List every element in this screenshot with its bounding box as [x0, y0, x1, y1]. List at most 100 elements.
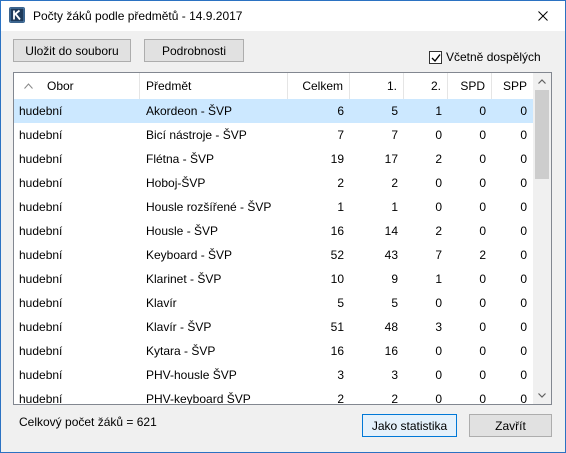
- cell-spd: 0: [479, 200, 486, 214]
- cell-spp: 0: [520, 176, 527, 190]
- cell-1: 2: [391, 392, 398, 405]
- cell-obor: hudební: [19, 200, 63, 214]
- chevron-up-icon: [538, 79, 546, 84]
- cell-celkem: 10: [330, 272, 344, 286]
- table-header: Obor Předmět Celkem 1. 2. SPD SPP: [14, 73, 533, 99]
- cell-2: 7: [435, 248, 442, 262]
- cell-celkem: 52: [330, 248, 344, 262]
- cell-predmet: Akordeon - ŠVP: [146, 104, 233, 118]
- table-row[interactable]: hudební Klavír 5 5 0 0 0: [14, 291, 533, 315]
- cell-predmet: Flétna - ŠVP: [146, 152, 215, 166]
- cell-obor: hudební: [19, 128, 63, 142]
- table-row[interactable]: hudební Keyboard - ŠVP 52 43 7 2 0: [14, 243, 533, 267]
- window-title: Počty žáků podle předmětů - 14.9.2017: [33, 9, 243, 23]
- cell-celkem: 5: [337, 296, 344, 310]
- table-row[interactable]: hudební Hoboj-ŠVP 2 2 0 0 0: [14, 171, 533, 195]
- table-row[interactable]: hudební PHV-housle ŠVP 3 3 0 0 0: [14, 363, 533, 387]
- scroll-down-button[interactable]: [533, 387, 551, 404]
- cell-celkem: 1: [337, 200, 344, 214]
- cell-spd: 0: [479, 152, 486, 166]
- cell-obor: hudební: [19, 392, 63, 405]
- cell-celkem: 7: [337, 128, 344, 142]
- include-adults-checkbox[interactable]: Včetně dospělých: [429, 50, 541, 64]
- cell-predmet: Keyboard - ŠVP: [146, 248, 233, 262]
- cell-1: 2: [391, 176, 398, 190]
- table-row[interactable]: hudební Housle rozšířené - ŠVP 1 1 0 0 0: [14, 195, 533, 219]
- scroll-up-button[interactable]: [533, 73, 551, 90]
- cell-obor: hudební: [19, 272, 63, 286]
- cell-spp: 0: [520, 224, 527, 238]
- cell-2: 0: [435, 296, 442, 310]
- cell-spp: 0: [520, 392, 527, 405]
- cell-spp: 0: [520, 344, 527, 358]
- cell-1: 5: [391, 104, 398, 118]
- cell-spd: 0: [479, 176, 486, 190]
- cell-1: 5: [391, 296, 398, 310]
- cell-predmet: Klavír: [146, 296, 177, 310]
- title-bar[interactable]: Počty žáků podle předmětů - 14.9.2017: [1, 1, 565, 31]
- column-label-predmet: Předmět: [146, 79, 192, 93]
- save-to-file-button[interactable]: Uložit do souboru: [13, 39, 131, 62]
- cell-spd: 0: [479, 224, 486, 238]
- cell-spp: 0: [520, 272, 527, 286]
- cell-spd: 0: [479, 344, 486, 358]
- close-button[interactable]: Zavřít: [469, 414, 552, 437]
- total-students-label: Celkový počet žáků = 621: [19, 415, 157, 429]
- scrollbar-thumb[interactable]: [535, 90, 549, 179]
- column-label-1: 1.: [386, 79, 397, 93]
- column-header-predmet[interactable]: Předmět: [140, 73, 288, 99]
- column-header-spp[interactable]: SPP: [492, 73, 533, 99]
- cell-spp: 0: [520, 296, 527, 310]
- include-adults-label: Včetně dospělých: [446, 50, 541, 64]
- column-header-2[interactable]: 2.: [404, 73, 448, 99]
- vertical-scrollbar[interactable]: [533, 73, 551, 404]
- table-row[interactable]: hudební Housle - ŠVP 16 14 2 0 0: [14, 219, 533, 243]
- cell-obor: hudební: [19, 104, 63, 118]
- cell-predmet: Klavír - ŠVP: [146, 320, 212, 334]
- table-row[interactable]: hudební Bicí nástroje - ŠVP 7 7 0 0 0: [14, 123, 533, 147]
- cell-1: 9: [391, 272, 398, 286]
- table-row[interactable]: hudební Akordeon - ŠVP 6 5 1 0 0: [14, 99, 533, 123]
- column-header-celkem[interactable]: Celkem: [288, 73, 350, 99]
- cell-celkem: 19: [330, 152, 344, 166]
- cell-predmet: Housle rozšířené - ŠVP: [146, 200, 272, 214]
- cell-2: 0: [435, 128, 442, 142]
- cell-celkem: 2: [337, 392, 344, 405]
- column-header-1[interactable]: 1.: [350, 73, 404, 99]
- cell-2: 0: [435, 200, 442, 214]
- cell-spd: 0: [479, 320, 486, 334]
- column-header-obor[interactable]: Obor: [14, 73, 140, 99]
- column-label-2: 2.: [430, 79, 441, 93]
- table-row[interactable]: hudební Kytara - ŠVP 16 16 0 0 0: [14, 339, 533, 363]
- checkbox-box[interactable]: [429, 50, 442, 64]
- close-window-button[interactable]: [521, 1, 565, 30]
- cell-celkem: 3: [337, 368, 344, 382]
- cell-obor: hudební: [19, 248, 63, 262]
- cell-obor: hudební: [19, 152, 63, 166]
- subjects-table[interactable]: Obor Předmět Celkem 1. 2. SPD SPP hudebn…: [13, 72, 552, 405]
- cell-spd: 2: [479, 248, 486, 262]
- cell-predmet: PHV-housle ŠVP: [146, 368, 237, 382]
- cell-2: 1: [435, 272, 442, 286]
- cell-spd: 0: [479, 128, 486, 142]
- dialog-window: Počty žáků podle předmětů - 14.9.2017 Ul…: [0, 0, 566, 453]
- table-row[interactable]: hudební Flétna - ŠVP 19 17 2 0 0: [14, 147, 533, 171]
- cell-2: 2: [435, 152, 442, 166]
- cell-predmet: Bicí nástroje - ŠVP: [146, 128, 247, 142]
- table-row[interactable]: hudební PHV-keyboard ŠVP 2 2 0 0 0: [14, 387, 533, 405]
- cell-2: 2: [435, 224, 442, 238]
- cell-spd: 0: [479, 368, 486, 382]
- details-button[interactable]: Podrobnosti: [144, 39, 244, 62]
- cell-1: 14: [384, 224, 398, 238]
- column-label-spp: SPP: [502, 79, 527, 93]
- cell-spd: 0: [479, 392, 486, 405]
- cell-obor: hudební: [19, 344, 63, 358]
- chevron-down-icon: [538, 393, 546, 398]
- as-statistics-button[interactable]: Jako statistika: [362, 414, 457, 437]
- column-header-spd[interactable]: SPD: [448, 73, 492, 99]
- cell-celkem: 16: [330, 344, 344, 358]
- cell-spd: 0: [479, 272, 486, 286]
- cell-predmet: Kytara - ŠVP: [146, 344, 216, 358]
- table-row[interactable]: hudební Klavír - ŠVP 51 48 3 0 0: [14, 315, 533, 339]
- table-row[interactable]: hudební Klarinet - ŠVP 10 9 1 0 0: [14, 267, 533, 291]
